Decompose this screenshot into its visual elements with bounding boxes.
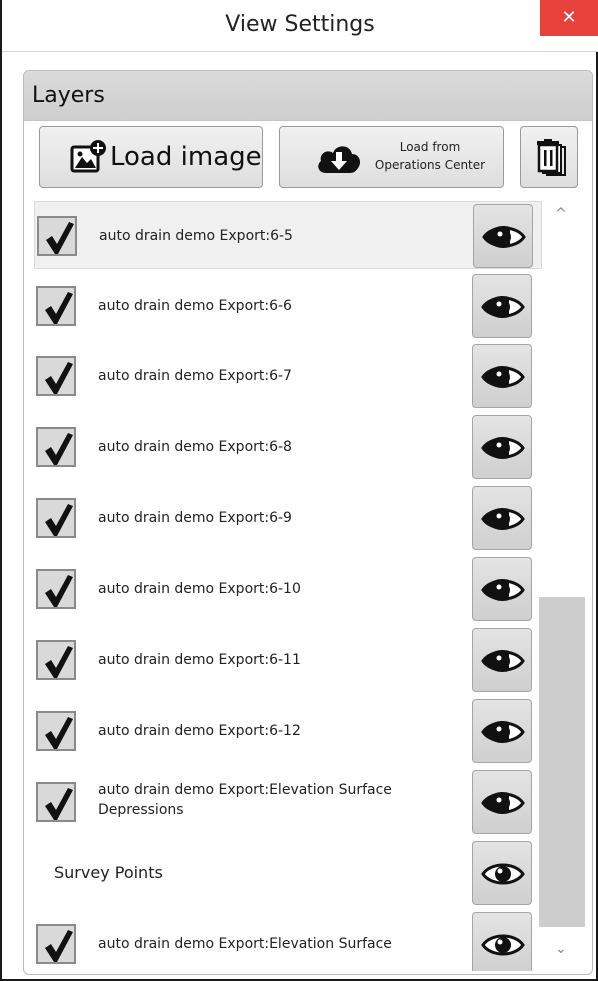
visibility-toggle[interactable] xyxy=(473,204,533,268)
eye-icon xyxy=(482,226,526,248)
visibility-toggle[interactable] xyxy=(472,415,532,479)
eye-icon xyxy=(481,296,525,318)
window-title: View Settings xyxy=(225,12,375,37)
layer-label: auto drain demo Export:Elevation Surface xyxy=(98,936,392,952)
eye-icon xyxy=(481,650,525,672)
load-image-label: Load image xyxy=(110,142,262,172)
layer-checkbox[interactable] xyxy=(37,216,77,256)
layer-row[interactable]: auto drain demo Export:6-8 xyxy=(34,413,542,481)
layer-checkbox[interactable] xyxy=(36,711,76,751)
layer-row[interactable]: auto drain demo Export:6-5 xyxy=(34,201,542,269)
layer-row[interactable]: auto drain demo Export:6-7 xyxy=(34,342,542,410)
layer-checkbox[interactable] xyxy=(36,640,76,680)
layer-label: auto drain demo Export:6-11 xyxy=(98,652,301,668)
layer-row[interactable]: auto drain demo Export:6-6 xyxy=(34,272,542,340)
add-image-icon xyxy=(70,139,106,175)
visibility-toggle[interactable] xyxy=(472,770,532,834)
scroll-thumb[interactable] xyxy=(539,597,585,927)
close-button[interactable]: ✕ xyxy=(540,0,598,36)
load-from-label: Load from xyxy=(399,140,461,154)
layer-label: auto drain demo Export:6-6 xyxy=(98,298,292,314)
layer-label: Survey Points xyxy=(54,863,163,882)
visibility-toggle[interactable] xyxy=(472,628,532,692)
visibility-toggle[interactable] xyxy=(472,344,532,408)
layers-title: Layers xyxy=(32,83,105,108)
scroll-up-icon[interactable]: ^ xyxy=(555,206,567,222)
layer-checkbox[interactable] xyxy=(36,356,76,396)
visibility-toggle[interactable] xyxy=(472,557,532,621)
eye-icon xyxy=(481,721,525,743)
layer-checkbox[interactable] xyxy=(36,569,76,609)
view-settings-window: View Settings ✕ Layers Load image Load f… xyxy=(0,0,598,981)
layer-checkbox[interactable] xyxy=(36,924,76,964)
load-from-operations-center-button[interactable]: Load from Operations Center xyxy=(279,126,504,188)
delete-layers-button[interactable] xyxy=(520,126,578,188)
layer-checkbox[interactable] xyxy=(36,498,76,538)
layers-panel-header: Layers xyxy=(24,71,592,121)
layer-row[interactable]: auto drain demo Export:Elevation Surface xyxy=(34,910,542,971)
layer-row[interactable]: auto drain demo Export:6-11 xyxy=(34,626,542,694)
layer-checkbox[interactable] xyxy=(36,286,76,326)
eye-icon xyxy=(481,579,525,601)
visibility-toggle[interactable] xyxy=(472,912,532,971)
layers-scrollbar[interactable]: ^ ⌄ xyxy=(539,201,585,971)
layer-checkbox[interactable] xyxy=(36,427,76,467)
trash-stack-icon xyxy=(533,139,567,177)
scroll-down-icon[interactable]: ⌄ xyxy=(555,941,567,957)
eye-icon xyxy=(481,366,525,388)
visibility-toggle[interactable] xyxy=(472,486,532,550)
layer-label: auto drain demo Export:6-10 xyxy=(98,581,301,597)
layer-label: auto drain demo Export:6-12 xyxy=(98,723,301,739)
layer-label: auto drain demo Export:6-7 xyxy=(98,368,292,384)
layer-checkbox[interactable] xyxy=(36,782,76,822)
eye-icon xyxy=(481,934,525,956)
layer-label: auto drain demo Export:6-5 xyxy=(99,228,293,244)
layers-panel: Layers Load image Load from Operations C… xyxy=(23,70,593,975)
layer-row[interactable]: auto drain demo Export:Elevation Surface… xyxy=(34,768,542,836)
layer-label: auto drain demo Export:6-8 xyxy=(98,439,292,455)
eye-icon xyxy=(481,792,525,814)
title-bar: View Settings ✕ xyxy=(2,0,598,52)
operations-center-label: Operations Center xyxy=(374,158,486,172)
layers-list[interactable]: auto drain demo Export:6-5 auto drain de… xyxy=(34,201,544,971)
load-image-button[interactable]: Load image xyxy=(39,126,263,188)
eye-icon xyxy=(481,437,525,459)
visibility-toggle[interactable] xyxy=(472,841,532,905)
layer-label: auto drain demo Export:6-9 xyxy=(98,510,292,526)
layer-label: auto drain demo Export:Elevation Surface… xyxy=(98,782,392,818)
layer-row-survey-points[interactable]: Survey Points xyxy=(34,839,542,907)
cloud-download-icon xyxy=(316,141,362,175)
visibility-toggle[interactable] xyxy=(472,699,532,763)
eye-icon xyxy=(481,508,525,530)
eye-icon xyxy=(481,863,525,885)
layer-row[interactable]: auto drain demo Export:6-12 xyxy=(34,697,542,765)
layer-row[interactable]: auto drain demo Export:6-10 xyxy=(34,555,542,623)
visibility-toggle[interactable] xyxy=(472,274,532,338)
layer-row[interactable]: auto drain demo Export:6-9 xyxy=(34,484,542,552)
